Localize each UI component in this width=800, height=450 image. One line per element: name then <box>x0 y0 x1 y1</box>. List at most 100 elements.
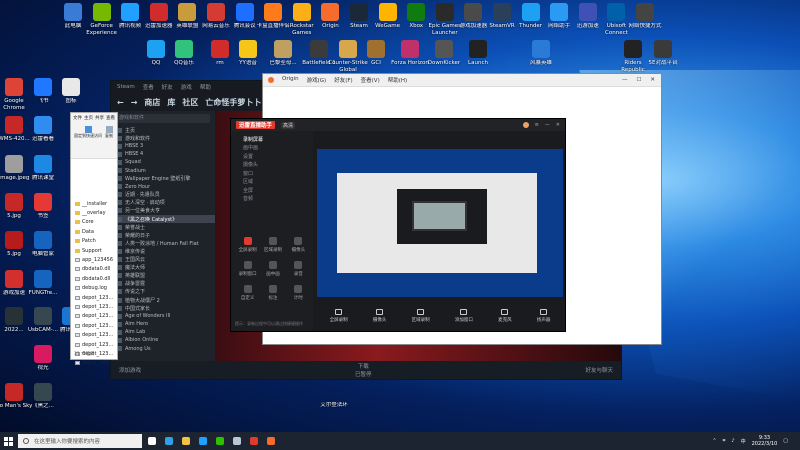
explorer-file-item[interactable]: __overlay <box>71 208 117 217</box>
recorder-menu-item[interactable]: 全屏 <box>231 186 313 195</box>
library-game-item[interactable]: Stadium <box>111 166 215 174</box>
start-button[interactable] <box>0 432 16 450</box>
forward-arrow-icon[interactable]: → <box>131 98 138 107</box>
desktop-icon[interactable]: 网络快捷方式 <box>624 3 666 30</box>
steam-menu-item[interactable]: 好友 <box>162 83 173 91</box>
recorder-menu-item[interactable]: 画中画 <box>231 144 313 153</box>
library-game-item[interactable]: 《黑之召唤 Catalyst》 <box>111 215 215 224</box>
explorer-tab[interactable]: 主页 <box>84 115 93 121</box>
taskbar-app-task-view[interactable] <box>145 432 159 450</box>
explorer-file-item[interactable]: Data <box>71 227 117 236</box>
library-game-item[interactable]: Aim Hero <box>111 320 215 328</box>
library-game-item[interactable]: 英雄联盟 <box>111 272 215 280</box>
desktop-icon[interactable]: 电脑管家 <box>22 231 64 258</box>
explorer-file-item[interactable]: Support <box>71 246 117 255</box>
steam-nav-link[interactable]: 商店 <box>144 97 160 108</box>
library-game-item[interactable]: 战争雷霆 <box>111 280 215 288</box>
explorer-file-item[interactable]: depot_123... <box>71 302 117 311</box>
minimize-icon[interactable]: — <box>622 77 628 83</box>
recorder-menu-item[interactable]: 设置 <box>231 152 313 161</box>
recorder-bar-button[interactable]: 区域录制 <box>412 309 430 323</box>
steam-nav-link[interactable]: 库 <box>167 97 175 108</box>
library-game-item[interactable]: 荣耀的日子 <box>111 231 215 239</box>
recorder-tool-button[interactable]: 录音 <box>286 261 311 277</box>
recorder-tool-button[interactable]: 录制窗口 <box>235 261 260 277</box>
explorer-tab[interactable]: 查看 <box>106 115 115 121</box>
chevron-up-icon[interactable]: ⌃ <box>712 438 716 444</box>
pin-quick-access-button[interactable]: 固定到快速访问 <box>74 126 102 139</box>
steam-nav-link[interactable]: 亡命怪手萝卜卜 <box>205 97 261 108</box>
volume-icon[interactable]: ♪ <box>731 438 734 444</box>
friends-chat-button[interactable]: 好友与聊天 <box>585 366 613 374</box>
library-game-item[interactable]: 中国式家长 <box>111 304 215 312</box>
library-game-item[interactable]: Wallpaper Engine 壁纸引擎 <box>111 175 215 183</box>
recorder-tool-button[interactable]: 摄像头 <box>286 237 311 253</box>
explorer-file-item[interactable]: depot_123... <box>71 330 117 339</box>
library-game-item[interactable]: 无人深空 · 启动项 <box>111 199 215 207</box>
origin-menu-item[interactable]: 查看(V) <box>361 76 380 84</box>
steam-menu-item[interactable]: 查看 <box>143 83 154 91</box>
explorer-tab[interactable]: 共享 <box>95 115 104 121</box>
recorder-menu-item[interactable]: 录制屏幕 <box>231 135 313 144</box>
recorder-tool-button[interactable]: 全屏录制 <box>235 237 260 253</box>
library-game-item[interactable]: 主页 <box>111 126 215 134</box>
taskbar-app-qq[interactable] <box>196 432 210 450</box>
desktop-icon[interactable]: 《黑之... <box>22 383 64 410</box>
origin-menu-item[interactable]: 好友(F) <box>334 76 352 84</box>
recorder-menu-item[interactable]: 音频 <box>231 195 313 204</box>
avatar[interactable] <box>522 122 529 128</box>
library-game-item[interactable]: Zero Hour <box>111 183 215 191</box>
notification-icon[interactable]: ▢ <box>783 438 788 444</box>
close-icon[interactable]: ✕ <box>650 77 655 83</box>
recorder-tool-button[interactable]: 画中画 <box>260 261 285 277</box>
steam-menu-item[interactable]: Steam <box>117 84 135 90</box>
library-game-item[interactable]: 近期 · 先遣队员 <box>111 191 215 199</box>
copy-button[interactable]: 复制 <box>105 126 113 139</box>
explorer-file-item[interactable]: depot_123... <box>71 340 117 349</box>
library-game-item[interactable]: Squad <box>111 158 215 166</box>
quality-badge[interactable]: 高清 <box>281 121 296 129</box>
library-game-item[interactable]: Albion Online <box>111 336 215 344</box>
ime-indicator[interactable]: 中 <box>741 438 746 445</box>
explorer-tab[interactable]: 文件 <box>73 115 82 121</box>
origin-menu-item[interactable]: 游戏(G) <box>307 76 327 84</box>
desktop-icon[interactable]: FUNGTre... <box>22 270 64 297</box>
desktop-icon[interactable]: 风暴英雄 <box>520 40 562 67</box>
close-icon[interactable]: ✕ <box>556 122 560 128</box>
origin-menu-item[interactable]: Origin <box>282 76 299 84</box>
explorer-file-item[interactable]: Core <box>71 218 117 227</box>
desktop-icon[interactable]: 腾讯课堂 <box>22 155 64 182</box>
library-game-item[interactable]: 维京传说 <box>111 247 215 255</box>
desktop-icon[interactable]: Launch <box>457 40 499 67</box>
origin-menu-item[interactable]: 帮助(H) <box>388 76 407 84</box>
menu-icon[interactable]: ≡ <box>535 122 539 128</box>
explorer-file-item[interactable]: dbdata0.dll <box>71 265 117 274</box>
desktop-icon[interactable]: 书签 <box>22 193 64 220</box>
library-game-item[interactable]: HBSE 3 <box>111 142 215 150</box>
desktop-icon[interactable]: 迅雷看看 <box>22 116 64 143</box>
recorder-tool-button[interactable]: 标注 <box>260 285 285 301</box>
taskbar-search-input[interactable]: 在这里输入你要搜索的内容 <box>18 434 142 448</box>
desktop-icon[interactable]: 图标 <box>50 78 92 105</box>
library-game-item[interactable]: Aim Lab <box>111 328 215 336</box>
back-arrow-icon[interactable]: ← <box>117 98 124 107</box>
add-game-button[interactable]: 添加游戏 <box>119 366 141 374</box>
recorder-tool-button[interactable]: 区域录制 <box>260 237 285 253</box>
recorder-bar-button[interactable]: 麦克风 <box>498 309 512 323</box>
library-search-input[interactable]: 游戏和软件 <box>116 114 210 123</box>
library-game-item[interactable]: 荣誉战士 <box>111 223 215 231</box>
explorer-file-item[interactable]: dbdata0.dll <box>71 274 117 283</box>
maximize-icon[interactable]: ☐ <box>636 77 641 83</box>
taskbar-app-explorer[interactable] <box>179 432 193 450</box>
taskbar-app-origin[interactable] <box>264 432 278 450</box>
taskbar-app-recorder[interactable] <box>247 432 261 450</box>
steam-nav-link[interactable]: 社区 <box>182 97 198 108</box>
explorer-file-item[interactable]: debug.log <box>71 284 117 293</box>
download-status[interactable]: 下载 已暂停 <box>355 362 372 378</box>
library-game-item[interactable]: Among Us <box>111 345 215 353</box>
desktop-icon-elden-ring[interactable]: 艾尔登法环 <box>313 382 355 409</box>
steam-menu-item[interactable]: 游戏 <box>181 83 192 91</box>
recorder-bar-button[interactable]: 全屏录制 <box>330 309 348 323</box>
network-icon[interactable]: ⌗ <box>723 438 726 444</box>
screen-recorder-window[interactable]: 迅雷直播助手 高清 ≡ — ✕ 录制屏幕 画中画 设置 摄像头 窗口 区域 全屏 音频 全屏录… <box>230 118 566 332</box>
